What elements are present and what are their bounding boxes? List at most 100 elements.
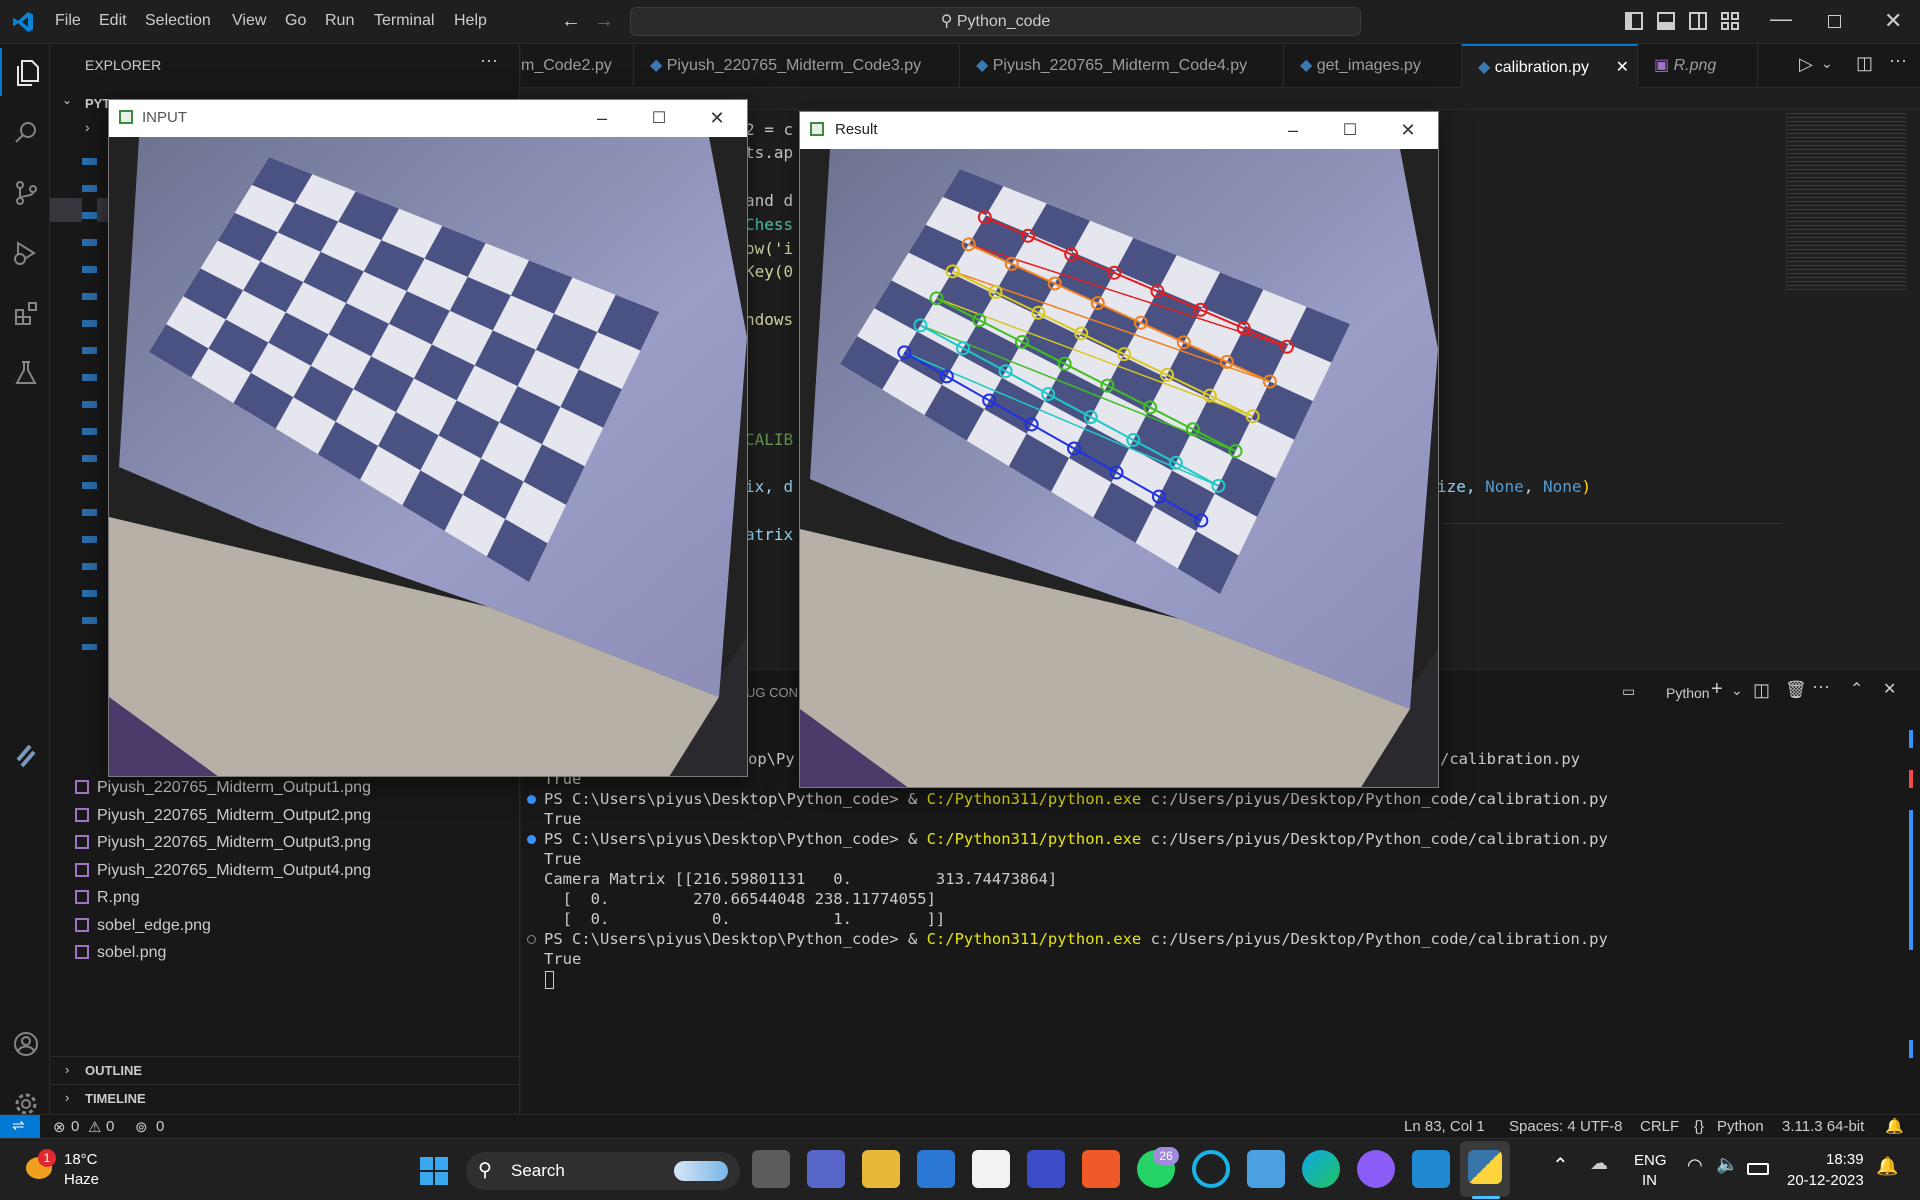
back-arrow-icon[interactable]: ← [561, 10, 581, 33]
command-success-icon[interactable] [527, 835, 536, 844]
run-file-icon[interactable]: ▷ [1799, 54, 1813, 75]
close-panel-icon[interactable]: ✕ [1883, 679, 1896, 699]
brave-browser-icon[interactable] [1082, 1150, 1120, 1188]
run-options-chevron-icon[interactable]: ⌄ [1821, 55, 1833, 72]
show-hidden-icons-icon[interactable]: ⌃ [1552, 1153, 1569, 1178]
input-window[interactable]: INPUT – ☐ ✕ [108, 99, 748, 777]
command-pending-icon[interactable] [527, 935, 536, 944]
outline-section[interactable]: OUTLINE [85, 1063, 142, 1078]
forward-arrow-icon[interactable]: → [594, 10, 614, 33]
edge-browser-icon[interactable] [1302, 1150, 1340, 1188]
menu-selection[interactable]: Selection [145, 12, 211, 30]
photos-icon[interactable] [1247, 1150, 1285, 1188]
accounts-activity[interactable] [0, 1020, 50, 1068]
editor-more-icon[interactable]: ··· [1889, 50, 1907, 71]
ports-icon[interactable]: ⊚ [135, 1118, 148, 1136]
weather-condition[interactable]: Haze [64, 1171, 99, 1188]
testing-activity[interactable] [0, 348, 50, 396]
close-window-button[interactable]: ✕ [1884, 8, 1902, 34]
outline-chevron-icon[interactable]: › [65, 1062, 69, 1077]
timeline-section[interactable]: TIMELINE [85, 1091, 146, 1106]
teams-chat-icon[interactable] [807, 1150, 845, 1188]
cursor-position[interactable]: Ln 83, Col 1 [1404, 1118, 1485, 1135]
timeline-chevron-icon[interactable]: › [65, 1090, 69, 1105]
wifi-icon[interactable]: ◠ [1687, 1155, 1703, 1176]
tab-code3[interactable]: ◆ Piyush_220765_Midterm_Code3.py [634, 44, 960, 88]
menu-file[interactable]: File [55, 12, 81, 30]
menu-run[interactable]: Run [325, 12, 354, 30]
input-close-button[interactable]: ✕ [689, 100, 745, 137]
menu-go[interactable]: Go [285, 12, 306, 30]
run-debug-activity[interactable] [0, 228, 50, 276]
search-activity[interactable] [0, 108, 50, 156]
menu-edit[interactable]: Edit [99, 12, 127, 30]
result-close-button[interactable]: ✕ [1380, 112, 1436, 149]
file-explorer-icon[interactable] [862, 1150, 900, 1188]
toggle-secondary-sidebar-icon[interactable] [1689, 12, 1707, 30]
clock-date[interactable]: 20-12-2023 [1787, 1172, 1864, 1189]
command-center-search[interactable]: ⚲ Python_code [630, 7, 1361, 36]
task-view-icon[interactable] [752, 1150, 790, 1188]
file-item[interactable]: sobel_edge.png [75, 917, 211, 935]
region-indicator[interactable]: IN [1642, 1172, 1657, 1189]
input-maximize-button[interactable]: ☐ [631, 100, 687, 137]
result-maximize-button[interactable]: ☐ [1322, 112, 1378, 149]
terminal-cursor[interactable] [545, 971, 554, 989]
bell-icon[interactable]: 🔔 [1885, 1117, 1904, 1135]
toggle-sidebar-icon[interactable] [1625, 12, 1643, 30]
warning-icon[interactable]: ⚠ [88, 1118, 101, 1136]
input-window-titlebar[interactable]: INPUT – ☐ ✕ [109, 100, 747, 137]
file-item[interactable]: R.png [75, 889, 140, 907]
app-icon[interactable] [1027, 1150, 1065, 1188]
file-item[interactable]: Piyush_220765_Midterm_Output1.png [75, 779, 371, 797]
file-item[interactable]: Piyush_220765_Midterm_Output2.png [75, 807, 371, 825]
language-mode[interactable]: Python [1717, 1118, 1764, 1135]
language-indicator[interactable]: ENG [1634, 1152, 1667, 1169]
python-version[interactable]: 3.11.3 64-bit [1782, 1118, 1864, 1135]
extensions-activity[interactable] [0, 288, 50, 336]
windows-start-icon[interactable] [419, 1156, 449, 1186]
toggle-panel-icon[interactable] [1657, 12, 1675, 30]
file-item[interactable]: sobel.png [75, 944, 166, 962]
notifications-icon[interactable]: 🔔 [1876, 1156, 1898, 1177]
maximize-panel-icon[interactable]: ⌃ [1850, 679, 1863, 699]
folder-chevron-icon[interactable]: ⌄ [62, 93, 72, 107]
terminal-dropdown-icon[interactable]: ⌄ [1731, 682, 1743, 699]
file-item[interactable]: Piyush_220765_Midterm_Output4.png [75, 862, 371, 880]
notepad-icon[interactable] [972, 1150, 1010, 1188]
file-item[interactable]: Piyush_220765_Midterm_Output3.png [75, 834, 371, 852]
tab-code2[interactable]: m_Code2.py [521, 44, 634, 88]
restore-button[interactable] [1828, 15, 1841, 28]
vscode-taskbar-icon[interactable] [1412, 1150, 1450, 1188]
panel-more-icon[interactable]: ··· [1812, 676, 1830, 697]
result-window-titlebar[interactable]: Result – ☐ ✕ [800, 112, 1438, 149]
cortana-icon[interactable] [1192, 1150, 1230, 1188]
debug-console-tab[interactable]: UG CON [746, 685, 798, 700]
onedrive-icon[interactable]: ☁ [1590, 1153, 1608, 1174]
python-activity[interactable] [0, 732, 50, 780]
tab-calibration[interactable]: ◆ calibration.py ✕ [1462, 44, 1638, 88]
line-ending[interactable]: CRLF [1640, 1118, 1679, 1135]
close-tab-icon[interactable]: ✕ [1616, 46, 1629, 88]
taskbar-search[interactable]: ⚲ Search [466, 1152, 740, 1190]
python-app-active[interactable] [1460, 1141, 1510, 1197]
errors-icon[interactable]: ⊗ [53, 1118, 66, 1136]
menu-terminal[interactable]: Terminal [374, 12, 434, 30]
result-window[interactable]: Result – ☐ ✕ [799, 111, 1439, 788]
ports-count[interactable]: 0 [156, 1118, 164, 1135]
split-editor-icon[interactable]: ◫ [1856, 53, 1873, 74]
github-desktop-icon[interactable] [1357, 1150, 1395, 1188]
minimap[interactable] [1786, 110, 1906, 290]
input-minimize-button[interactable]: – [574, 100, 630, 137]
encoding[interactable]: UTF-8 [1580, 1118, 1623, 1135]
trash-icon[interactable]: 🗑 [1785, 680, 1807, 700]
tab-get-images[interactable]: ◆ get_images.py [1284, 44, 1462, 88]
tab-r-png[interactable]: ▣ R.png [1638, 44, 1758, 88]
more-actions-icon[interactable]: ··· [480, 50, 498, 71]
customize-layout-icon[interactable] [1721, 12, 1739, 30]
volume-icon[interactable]: 🔈 [1716, 1154, 1738, 1175]
clock-time[interactable]: 18:39 [1826, 1151, 1864, 1168]
terminal-shell-label[interactable]: Python [1666, 685, 1710, 701]
warnings-count[interactable]: 0 [106, 1118, 114, 1135]
minimize-button[interactable]: — [1770, 6, 1792, 32]
